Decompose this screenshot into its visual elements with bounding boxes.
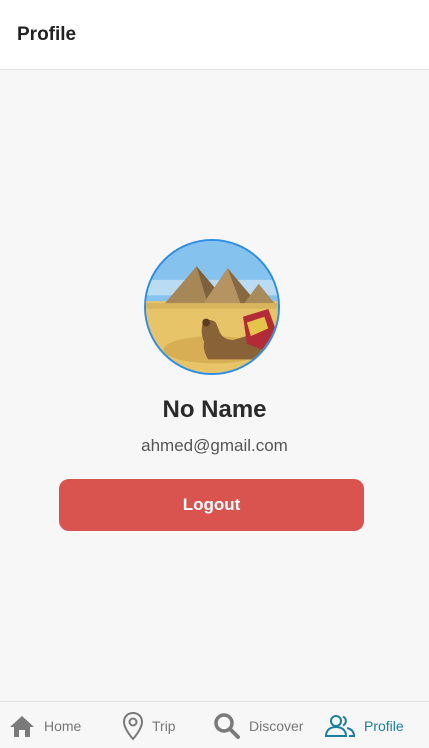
page-title: Profile (17, 23, 77, 45)
tab-profile[interactable]: Profile (324, 702, 404, 748)
profile-content: No Name ahmed@gmail.com Logout (0, 70, 429, 701)
tab-profile-label: Profile (364, 717, 404, 734)
tab-home[interactable]: Home (8, 702, 81, 748)
users-icon (324, 714, 356, 738)
app-header: Profile (0, 0, 429, 70)
avatar (144, 239, 280, 375)
bottom-nav: Home Trip Discover Profile (0, 701, 429, 748)
pyramids-camel-photo (146, 241, 278, 373)
tab-home-label: Home (44, 717, 82, 734)
user-name: No Name (162, 396, 267, 423)
map-pin-icon (122, 711, 144, 741)
home-icon (8, 714, 36, 738)
logout-button[interactable]: Logout (59, 479, 364, 531)
tab-trip-label: Trip (152, 717, 176, 734)
user-email: ahmed@gmail.com (141, 436, 288, 455)
search-icon (213, 712, 241, 740)
tab-trip[interactable]: Trip (122, 702, 176, 748)
tab-discover-label: Discover (249, 717, 304, 734)
tab-discover[interactable]: Discover (213, 702, 303, 748)
